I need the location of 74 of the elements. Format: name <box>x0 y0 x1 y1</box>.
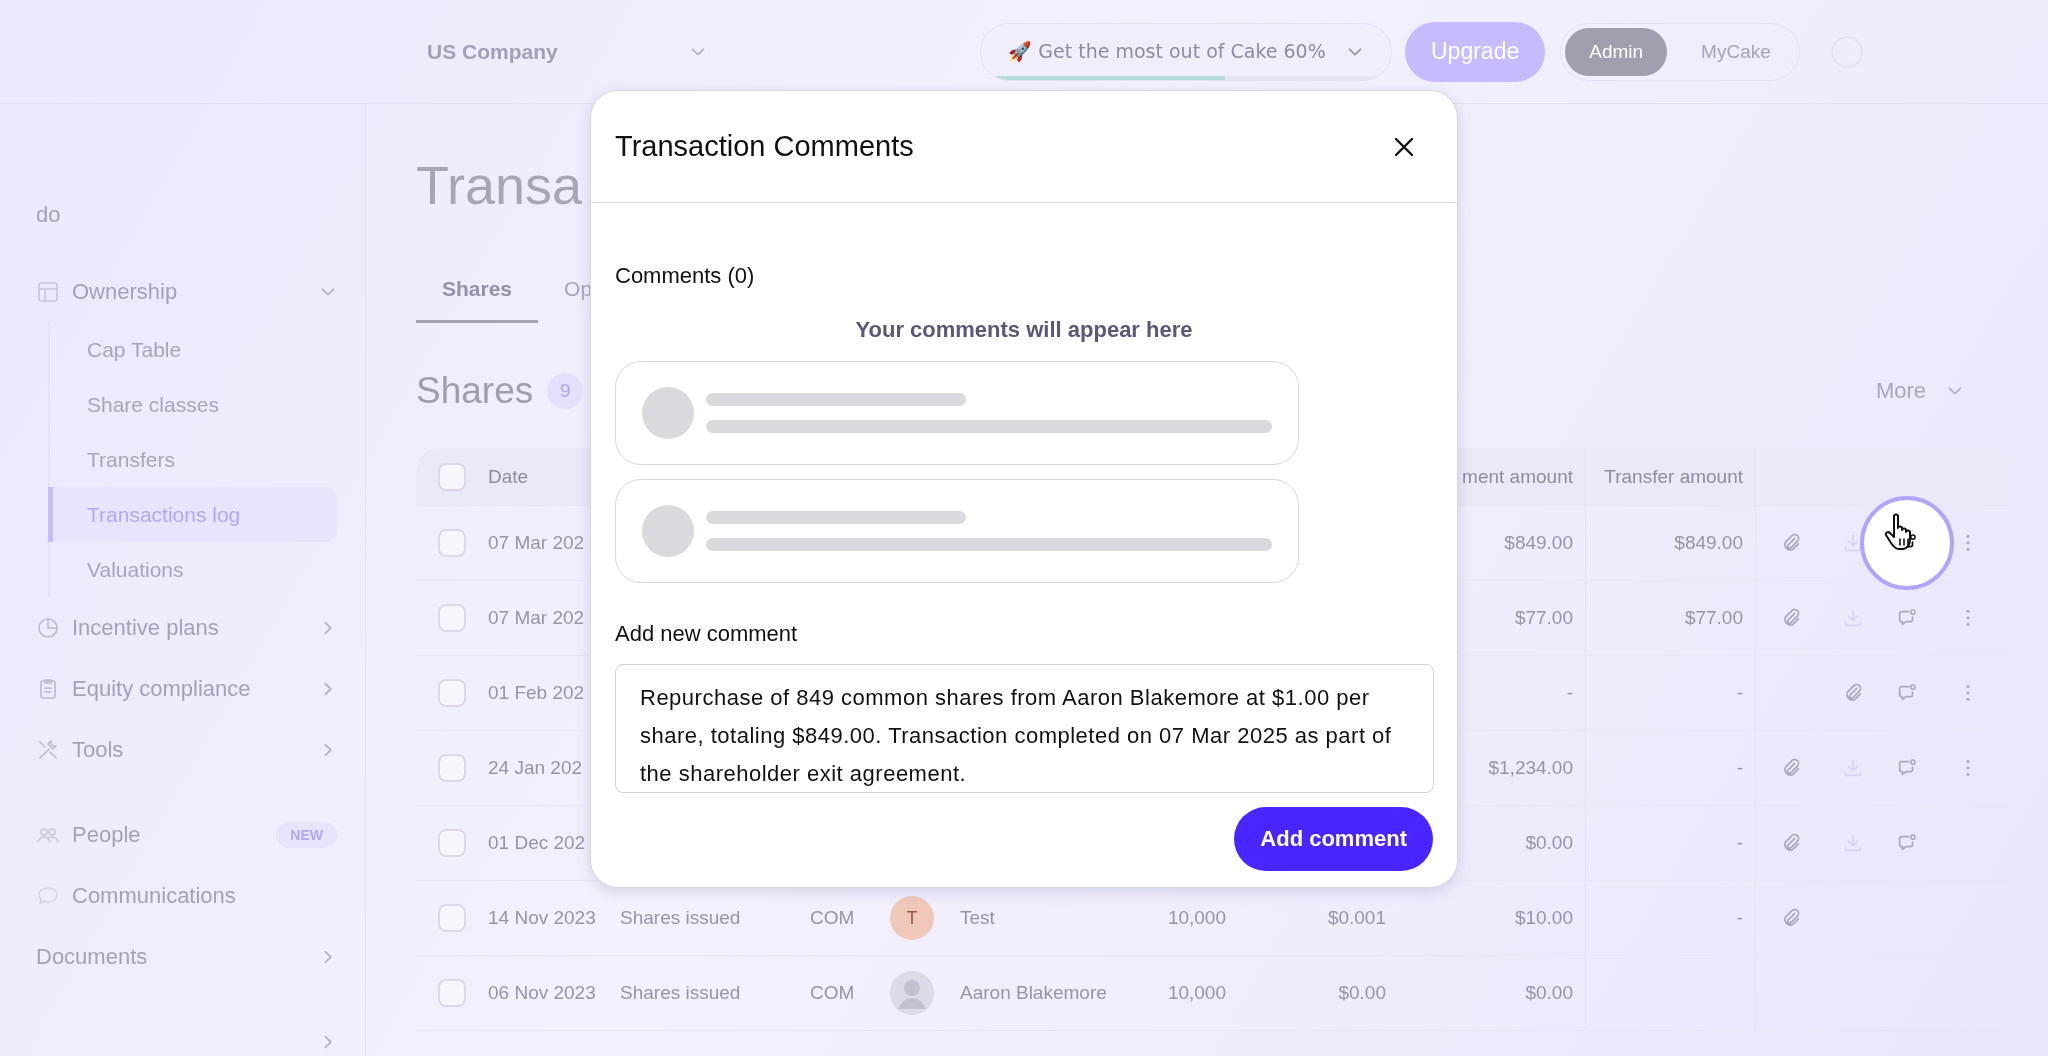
company-selector[interactable]: US Company <box>427 39 707 64</box>
table-cell-text: Test <box>959 907 996 929</box>
checkbox[interactable] <box>438 754 466 782</box>
table-cell-text: 06 Nov 2023 <box>487 982 597 1004</box>
table-cell-text: $0.001 <box>1326 907 1387 929</box>
table-cell-text: 14 Nov 2023 <box>487 907 597 929</box>
table-cell-text: 10,000 <box>1166 907 1227 929</box>
checkbox[interactable] <box>438 604 466 632</box>
table-cell-text: - <box>1565 682 1574 704</box>
sidebar-item[interactable]: Valuations <box>50 542 337 597</box>
table-cell-text: $1,234.00 <box>1487 757 1574 779</box>
table-cell-text: 24 Jan 202 <box>487 757 584 779</box>
table-cell-text: $0.00 <box>1524 982 1574 1004</box>
new-badge: NEW <box>276 821 337 848</box>
table-cell: - <box>1736 757 1743 779</box>
table-cell-text: 01 Feb 202 <box>487 682 586 704</box>
table-cell-text: Shares issued <box>619 907 742 929</box>
table-cell-text: $849.00 <box>1503 532 1574 554</box>
table-cell: - <box>1736 907 1743 929</box>
table-cell-text: $10.00 <box>1513 907 1574 929</box>
table-cell: $849.00 <box>1674 532 1743 554</box>
checkbox[interactable] <box>438 679 466 707</box>
sidebar-item[interactable]: Transfers <box>50 432 337 487</box>
sidebar-item[interactable]: Share classes <box>50 377 337 432</box>
checkbox[interactable] <box>438 462 466 491</box>
table-cell-text: Shares issued <box>619 982 742 1004</box>
promo-button[interactable]: 🚀 Get the most out of Cake 60% <box>980 22 1392 81</box>
checkbox[interactable] <box>438 529 466 557</box>
more-button[interactable]: More <box>1869 377 1970 405</box>
table-cell-text: 07 Mar 202 <box>487 532 586 554</box>
tab[interactable]: Shares <box>416 257 539 323</box>
table-cell-text: COM <box>809 907 856 929</box>
avatar: T <box>890 896 934 940</box>
sidebar-item[interactable]: Documents <box>36 943 148 970</box>
comment-input[interactable]: Repurchase of 849 common shares from Aaron Blakemore at $1.00 per share, totaling $849.00. Transaction completed on 07 Mar 2025 as part of the shareholder exit agreement. <box>615 664 1434 793</box>
sidebar-item[interactable]: Cap Table <box>50 322 337 377</box>
table-cell-text: COM <box>809 982 856 1004</box>
table-cell-text: Aaron Blakemore <box>959 982 1108 1004</box>
column-header: Date <box>487 465 530 488</box>
sidebar-item[interactable]: Incentive plans <box>72 614 219 641</box>
table-icon <box>36 279 60 304</box>
count-badge: 9 <box>547 373 584 409</box>
sidebar-item[interactable]: do <box>36 201 61 228</box>
mode-tab[interactable]: MyCake <box>1677 27 1795 76</box>
dialog-title: Transaction Comments <box>615 130 914 163</box>
sidebar-item[interactable]: Ownership <box>72 278 178 305</box>
mode-tab[interactable]: Admin <box>1565 27 1668 76</box>
column-header: ment amount <box>1461 465 1574 488</box>
table-cell-text: 01 Dec 202 <box>487 832 587 854</box>
column-header: Transfer amount <box>1604 465 1743 488</box>
add-comment-button[interactable]: Add comment <box>1234 807 1433 871</box>
sidebar-item[interactable]: Transactions log <box>48 487 337 542</box>
section-title: Shares <box>416 370 534 412</box>
empty-state-text: Your comments will appear here <box>854 317 1194 344</box>
checkbox[interactable] <box>438 904 466 932</box>
checkbox[interactable] <box>438 829 466 857</box>
pie-chart-icon <box>36 615 60 640</box>
page-title: Transa <box>416 154 584 217</box>
table-cell-text: 07 Mar 202 <box>487 607 586 629</box>
field-label: Add new comment <box>615 621 799 648</box>
checkbox[interactable] <box>438 979 466 1007</box>
upgrade-button[interactable]: Upgrade <box>1405 21 1546 82</box>
tools-icon <box>36 737 60 762</box>
table-cell: - <box>1736 682 1743 704</box>
table-cell-text: $0.00 <box>1337 982 1387 1004</box>
sidebar-item[interactable]: Equity compliance <box>72 675 251 702</box>
sidebar-item[interactable]: People <box>72 821 141 848</box>
comments-heading: Comments (0) <box>615 263 756 290</box>
table-cell: - <box>1736 832 1743 854</box>
table-cell: $77.00 <box>1684 607 1743 629</box>
table-cell-text: $77.00 <box>1513 607 1574 629</box>
sidebar-item[interactable]: Tools <box>72 736 124 763</box>
table-cell-text: 10,000 <box>1166 982 1227 1004</box>
sidebar-item[interactable]: Communications <box>72 882 236 909</box>
